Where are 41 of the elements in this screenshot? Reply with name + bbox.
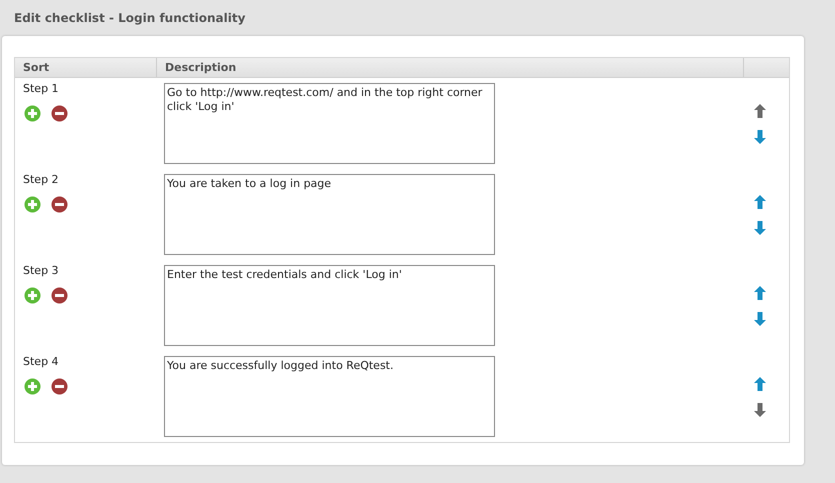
column-header: Sort [15,58,157,77]
description-field[interactable]: You are taken to a log in page [164,174,495,255]
move-up-button[interactable] [752,376,766,392]
minus-icon [51,196,68,213]
move-up-button[interactable] [752,285,766,301]
step-label: Step 4 [23,355,60,369]
step-label: Step 1 [23,82,60,96]
description-field[interactable]: Go to http://www.reqtest.com/ and in the top right corner click 'Log in' [164,83,495,164]
page-title: Edit checklist - Login functionality [13,10,246,27]
arrow-up-icon [754,104,766,118]
arrow-down-icon [754,130,766,144]
arrow-down-icon [754,221,766,235]
move-down-button[interactable] [752,129,766,145]
plus-icon [24,287,41,304]
add-step-button[interactable] [24,287,41,304]
description-field[interactable]: Enter the test credentials and click 'Log in' [164,265,495,346]
arrow-down-icon [754,312,766,326]
move-down-button[interactable] [752,220,766,236]
move-up-button[interactable] [752,194,766,210]
minus-icon [51,287,68,304]
move-down-button[interactable] [752,311,766,327]
add-step-button[interactable] [24,196,41,213]
remove-step-button[interactable] [51,196,68,213]
add-step-button[interactable] [24,378,41,395]
step-label: Step 3 [23,264,60,278]
arrow-up-icon [754,286,766,300]
plus-icon [24,378,41,395]
remove-step-button[interactable] [51,378,68,395]
remove-step-button[interactable] [51,105,68,122]
minus-icon [51,105,68,122]
plus-icon [24,105,41,122]
column-header: Description [157,58,744,77]
plus-icon [24,196,41,213]
arrow-up-icon [754,195,766,209]
arrow-up-icon [754,377,766,391]
minus-icon [51,378,68,395]
add-step-button[interactable] [24,105,41,122]
step-label: Step 2 [23,173,60,187]
arrow-down-icon [754,403,766,417]
description-field[interactable]: You are successfully logged into ReQtest. [164,356,495,437]
remove-step-button[interactable] [51,287,68,304]
